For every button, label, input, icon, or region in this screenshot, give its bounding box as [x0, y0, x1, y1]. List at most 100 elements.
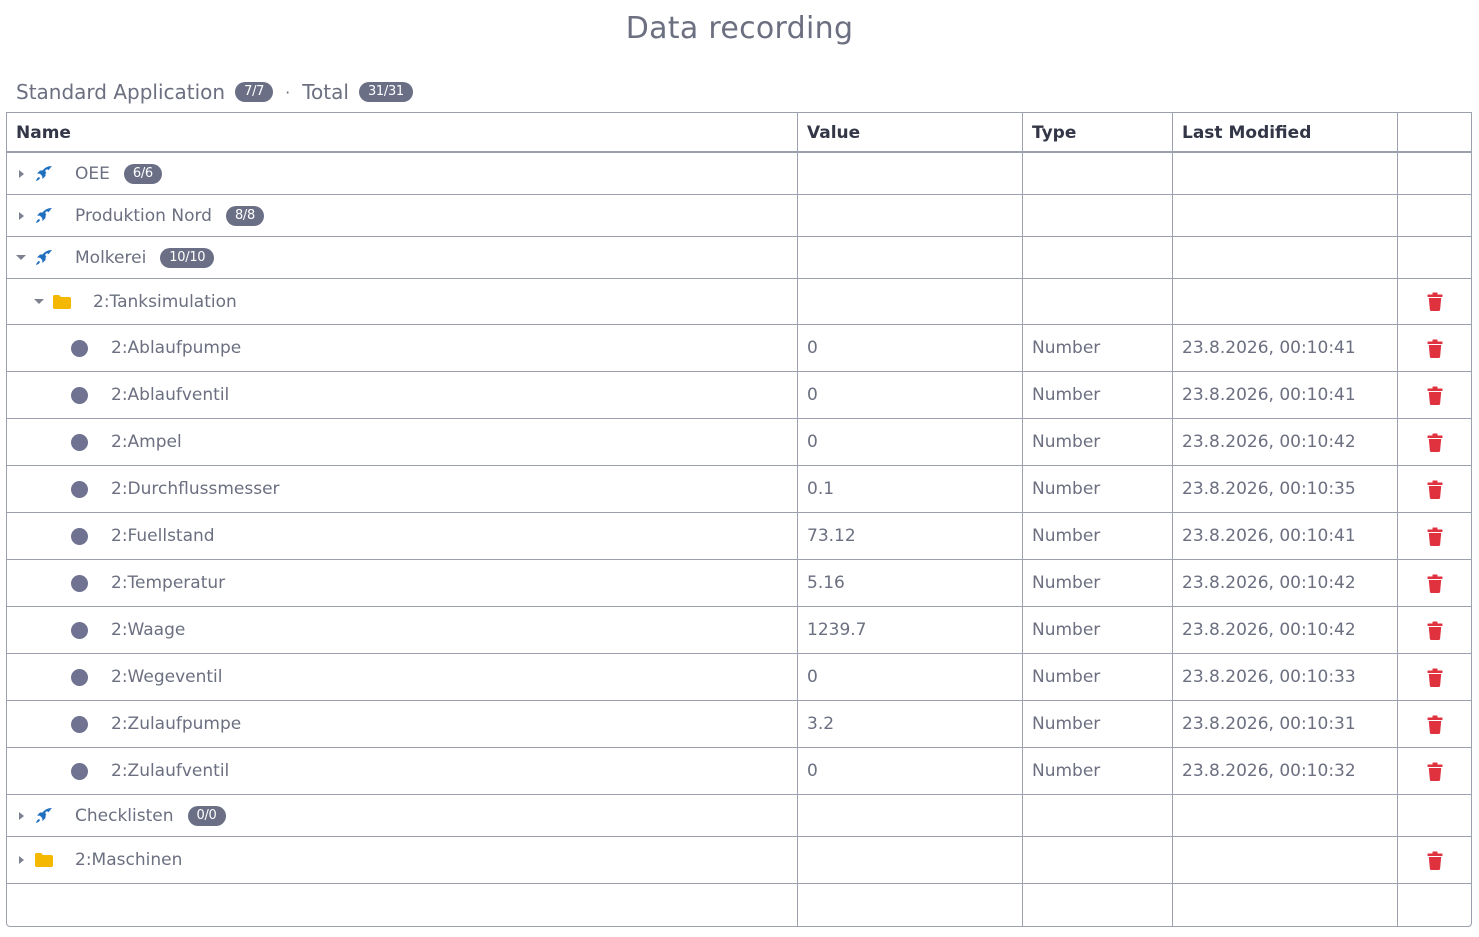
circle-icon — [71, 621, 88, 639]
value-cell: 0 — [807, 432, 818, 452]
name-cell: 2:Temperatur — [7, 560, 797, 606]
count-badge: 0/0 — [187, 805, 226, 826]
last-modified-cell: 23.8.2026, 00:10:32 — [1182, 761, 1356, 781]
circle-icon — [71, 339, 88, 357]
column-header-last-modified[interactable]: Last Modified — [1182, 123, 1311, 143]
type-cell: Number — [1032, 338, 1101, 358]
summary-total-label: Total — [302, 80, 349, 104]
trash-icon[interactable] — [1427, 748, 1443, 794]
table-row-application[interactable]: OEE 6/6 — [7, 153, 1471, 195]
trash-icon[interactable] — [1427, 372, 1443, 418]
value-cell: 0 — [807, 385, 818, 405]
data-table: Name Value Type Last Modified OEE 6/6 Prod… — [6, 112, 1472, 927]
folder-icon — [34, 852, 54, 868]
rocket-icon — [34, 806, 54, 826]
last-modified-cell: 23.8.2026, 00:10:41 — [1182, 385, 1356, 405]
rocket-icon — [34, 206, 54, 226]
table-row-variable[interactable]: 2:Waage 1239.7 Number 23.8.2026, 00:10:42 — [7, 607, 1471, 654]
row-label: 2:Ampel — [111, 432, 182, 452]
collapse-caret-icon[interactable] — [16, 253, 26, 263]
type-cell: Number — [1032, 479, 1101, 499]
name-cell: Checklisten 0/0 — [7, 795, 797, 836]
trash-icon[interactable] — [1427, 279, 1443, 324]
table-row-variable[interactable]: 2:Zulaufventil 0 Number 23.8.2026, 00:10:32 — [7, 748, 1471, 795]
row-label: Molkerei — [75, 247, 147, 268]
last-modified-cell: 23.8.2026, 00:10:42 — [1182, 620, 1356, 640]
trash-icon[interactable] — [1427, 513, 1443, 559]
row-label: 2:Ablaufpumpe — [111, 338, 242, 358]
value-cell: 0 — [807, 761, 818, 781]
table-row-application[interactable]: Molkerei 10/10 — [7, 237, 1471, 279]
count-badge: 10/10 — [160, 247, 215, 268]
expand-caret-icon[interactable] — [16, 855, 26, 865]
name-cell: 2:Waage — [7, 607, 797, 653]
trash-icon[interactable] — [1427, 325, 1443, 371]
column-header-type[interactable]: Type — [1032, 123, 1076, 143]
table-row-variable[interactable]: 2:Wegeventil 0 Number 23.8.2026, 00:10:33 — [7, 654, 1471, 701]
trash-icon[interactable] — [1427, 607, 1443, 653]
row-label: 2:Tanksimulation — [93, 291, 237, 312]
row-label: 2:Ablaufventil — [111, 385, 230, 405]
summary-total-count-badge: 31/31 — [358, 82, 413, 102]
name-cell: 2:Tanksimulation — [7, 279, 797, 324]
column-header-value[interactable]: Value — [807, 123, 860, 143]
trash-icon[interactable] — [1427, 419, 1443, 465]
table-row-folder[interactable]: 2:Maschinen — [7, 837, 1471, 884]
table-row-folder[interactable]: 2:Tanksimulation — [7, 279, 1471, 325]
rocket-icon — [34, 164, 54, 184]
table-row-variable[interactable]: 2:Ampel 0 Number 23.8.2026, 00:10:42 — [7, 419, 1471, 466]
table-row-application[interactable]: Checklisten 0/0 — [7, 795, 1471, 837]
trash-icon[interactable] — [1427, 654, 1443, 700]
circle-icon — [71, 762, 88, 780]
table-row-variable[interactable]: 2:Durchflussmesser 0.1 Number 23.8.2026, 00… — [7, 466, 1471, 513]
expand-caret-icon[interactable] — [16, 211, 26, 221]
row-label: 2:Durchflussmesser — [111, 479, 280, 499]
expand-caret-icon[interactable] — [16, 811, 26, 821]
name-cell: Produktion Nord 8/8 — [7, 195, 797, 236]
row-label: 2:Zulaufventil — [111, 761, 230, 781]
circle-icon — [71, 668, 88, 686]
expand-caret-icon[interactable] — [16, 169, 26, 179]
column-header-name[interactable]: Name — [16, 123, 71, 143]
name-cell: Molkerei 10/10 — [7, 237, 797, 278]
type-cell: Number — [1032, 573, 1101, 593]
summary-app-count-badge: 7/7 — [235, 82, 274, 102]
row-label: 2:Fuellstand — [111, 526, 215, 546]
table-row-application[interactable]: Produktion Nord 8/8 — [7, 195, 1471, 237]
name-cell: 2:Ampel — [7, 419, 797, 465]
trash-icon[interactable] — [1427, 466, 1443, 512]
last-modified-cell: 23.8.2026, 00:10:42 — [1182, 432, 1356, 452]
table-row-variable[interactable]: 2:Ablaufventil 0 Number 23.8.2026, 00:10:41 — [7, 372, 1471, 419]
row-label: 2:Temperatur — [111, 573, 226, 593]
table-row-variable[interactable]: 2:Zulaufpumpe 3.2 Number 23.8.2026, 00:10:3… — [7, 701, 1471, 748]
last-modified-cell: 23.8.2026, 00:10:31 — [1182, 714, 1356, 734]
type-cell: Number — [1032, 714, 1101, 734]
circle-icon — [71, 433, 88, 451]
value-cell: 0.1 — [807, 479, 835, 499]
table-row-variable[interactable]: 2:Ablaufpumpe 0 Number 23.8.2026, 00:10:41 — [7, 325, 1471, 372]
name-cell: 2:Fuellstand — [7, 513, 797, 559]
circle-icon — [71, 574, 88, 592]
summary-separator: · — [285, 82, 291, 102]
trash-icon[interactable] — [1427, 701, 1443, 747]
summary-bar: Standard Application 7/7 · Total 31/31 — [16, 79, 413, 105]
table-row-variable[interactable]: 2:Temperatur 5.16 Number 23.8.2026, 00:10:4… — [7, 560, 1471, 607]
name-cell: 2:Zulaufventil — [7, 748, 797, 794]
type-cell: Number — [1032, 526, 1101, 546]
type-cell: Number — [1032, 432, 1101, 452]
value-cell: 1239.7 — [807, 620, 867, 640]
circle-icon — [71, 480, 88, 498]
value-cell: 73.12 — [807, 526, 856, 546]
page-title: Data recording — [625, 11, 854, 46]
collapse-caret-icon[interactable] — [34, 297, 44, 307]
trash-icon[interactable] — [1427, 837, 1443, 883]
rocket-icon — [34, 248, 54, 268]
row-label: Produktion Nord — [75, 205, 212, 226]
table-row-variable[interactable]: 2:Fuellstand 73.12 Number 23.8.2026, 00:10:… — [7, 513, 1471, 560]
value-cell: 5.16 — [807, 573, 845, 593]
last-modified-cell: 23.8.2026, 00:10:35 — [1182, 479, 1356, 499]
summary-app-label: Standard Application — [16, 80, 226, 104]
trash-icon[interactable] — [1427, 560, 1443, 606]
circle-icon — [71, 527, 88, 545]
type-cell: Number — [1032, 667, 1101, 687]
